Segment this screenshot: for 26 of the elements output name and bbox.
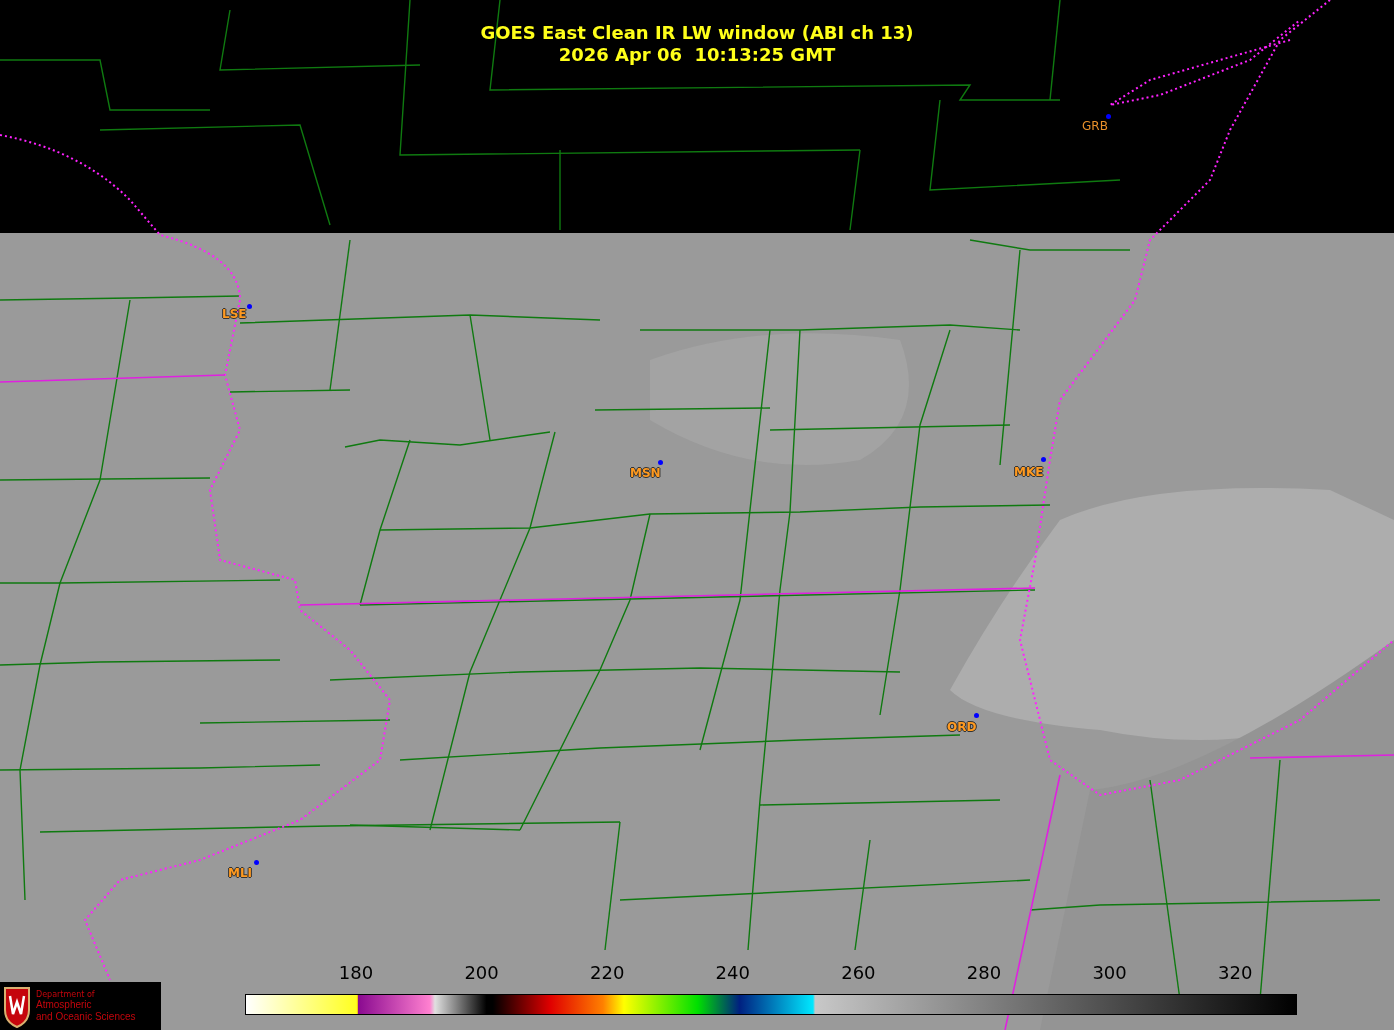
colorbar-tick-label: 220 (589, 962, 626, 984)
image-timestamp: 2026 Apr 06 10:13:25 GMT (558, 44, 836, 65)
station-label: MSN (630, 466, 661, 480)
station-dot-icon (253, 859, 259, 865)
department-name: Atmospheric (36, 998, 93, 1011)
station-label: LSE (222, 307, 247, 321)
image-title: GOES East Clean IR LW window (ABI ch 13) (480, 22, 914, 43)
station-label: ORD (947, 720, 977, 734)
station-label: MKE (1014, 465, 1044, 479)
colorbar-tick-label: 200 (463, 962, 500, 984)
colorbar-tick-label: 300 (1091, 962, 1128, 984)
station-label: MLI (228, 866, 253, 880)
colorbar-tick-label: 240 (714, 962, 751, 984)
station-dot-icon (657, 459, 663, 465)
colorbar-tick-label: 320 (1217, 962, 1254, 984)
shield-crest-icon (2, 984, 32, 1028)
colorbar-tick-label: 180 (337, 962, 375, 984)
station-label: GRB (1082, 119, 1108, 133)
department-label: Department of (36, 989, 96, 999)
colorbar-tick-label: 280 (965, 962, 1003, 984)
station-dot-icon (973, 712, 979, 718)
station-dot-icon (246, 303, 252, 309)
colorbar-tick-label: 260 (840, 962, 877, 984)
station-dot-icon (1105, 113, 1111, 119)
department-name-continued: and Oceanic Sciences (36, 1010, 136, 1023)
station-dot-icon (1040, 456, 1046, 462)
